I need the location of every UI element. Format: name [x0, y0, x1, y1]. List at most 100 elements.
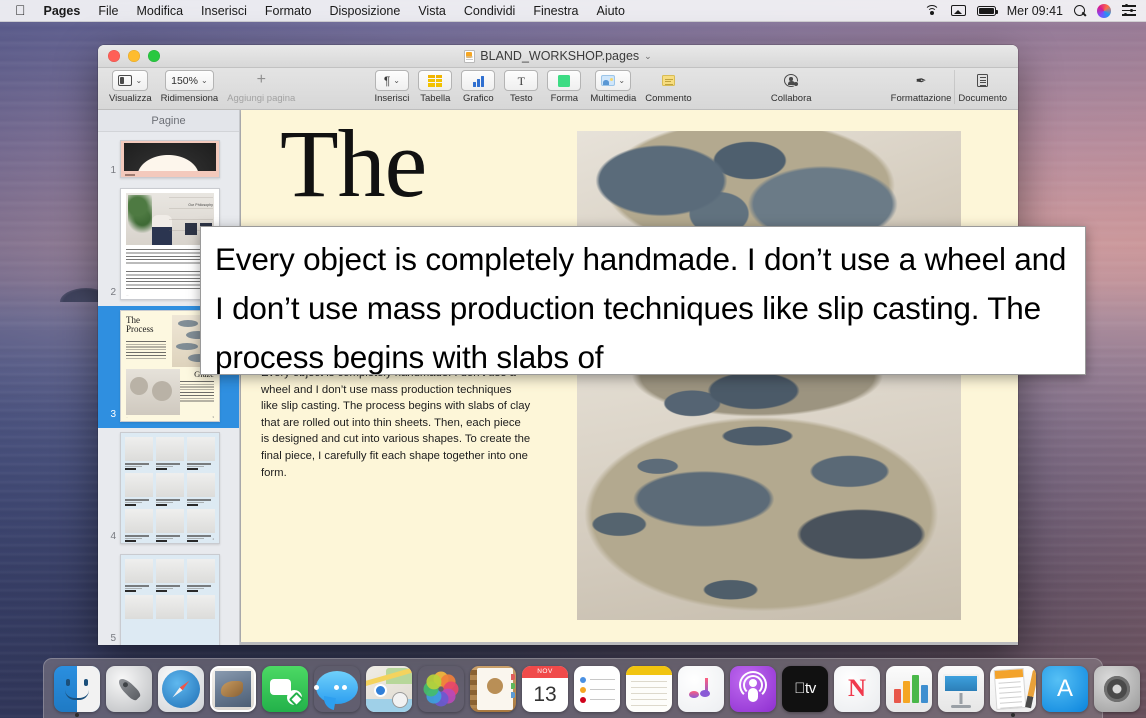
collaborate-icon	[784, 74, 798, 87]
menu-item-formato[interactable]: Formato	[256, 4, 321, 18]
document-title[interactable]: BLAND_WORKSHOP.pages ⌄	[98, 49, 1018, 63]
podcasts-icon	[730, 666, 776, 712]
grid-item	[156, 509, 184, 542]
page-headline[interactable]: The	[280, 116, 426, 212]
dock-item-pages[interactable]	[990, 666, 1036, 712]
view-panel-icon	[118, 75, 132, 86]
toolbar-table-button[interactable]: Tabella	[415, 70, 455, 104]
zoom-level-value: 150%	[171, 75, 198, 87]
menu-item-file[interactable]: File	[89, 4, 127, 18]
control-center-icon[interactable]	[1122, 5, 1136, 16]
spotlight-search-icon[interactable]	[1074, 5, 1086, 17]
document-icon	[977, 74, 988, 87]
dock-item-messages[interactable]	[314, 666, 360, 712]
toolbar-shape-button[interactable]: Forma	[544, 70, 584, 104]
battery-icon[interactable]	[977, 6, 996, 16]
calendar-month-label: NOV	[522, 666, 568, 678]
dock-item-mail[interactable]	[210, 666, 256, 712]
messages-icon	[314, 666, 360, 712]
grid-item	[125, 595, 153, 619]
dock-item-podcasts[interactable]	[730, 666, 776, 712]
menu-bar-clock[interactable]: Mer 09:41	[1007, 4, 1063, 18]
document-page[interactable]: The Every object is completely handmade.…	[241, 110, 1018, 642]
menu-item-vista[interactable]: Vista	[409, 4, 455, 18]
thumbnail-folio: ..	[126, 537, 128, 541]
dock-item-music[interactable]	[678, 666, 724, 712]
toolbar-view-button[interactable]: ⌄ Visualizza	[106, 70, 155, 104]
dock-item-launchpad[interactable]	[106, 666, 152, 712]
dock-item-finder[interactable]	[54, 666, 100, 712]
dock-item-appletv[interactable]: tv	[782, 666, 828, 712]
dock-item-keynote[interactable]	[938, 666, 984, 712]
notes-icon	[626, 666, 672, 712]
thumbnail-heading: Our Philosophy	[188, 203, 213, 207]
dock-item-maps[interactable]	[366, 666, 412, 712]
zoom-text-overlay: Every object is completely handmade. I d…	[200, 226, 1086, 375]
title-chevron-down-icon[interactable]: ⌄	[644, 51, 652, 62]
dock-item-news[interactable]: N	[834, 666, 880, 712]
thumbnail-product-grid	[125, 559, 215, 619]
dock-item-photos[interactable]	[418, 666, 464, 712]
toolbar-chart-button[interactable]: Grafico	[458, 70, 498, 104]
menu-item-disposizione[interactable]: Disposizione	[320, 4, 409, 18]
page-body-text[interactable]: Every object is completely handmade. I d…	[261, 365, 531, 481]
menu-item-finestra[interactable]: Finestra	[524, 4, 587, 18]
siri-icon[interactable]	[1097, 4, 1111, 18]
toolbar-document-button[interactable]: Documento	[954, 70, 1010, 104]
toolbar-add-page-button[interactable]: + Aggiungi pagina	[224, 70, 298, 104]
lower-photo-image[interactable]	[577, 368, 961, 620]
toolbar-add-page-label: Aggiungi pagina	[227, 93, 295, 104]
dock-item-appstore[interactable]: A	[1042, 666, 1088, 712]
thumbnail-caption-bar	[125, 174, 135, 176]
dock-item-contacts[interactable]	[470, 666, 516, 712]
apple-menu-icon[interactable]: 	[8, 3, 35, 17]
grid-item	[156, 437, 184, 470]
canvas-background	[240, 642, 1018, 645]
toolbar-comment-button[interactable]: Commento	[642, 70, 694, 104]
toolbar-media-button[interactable]: ⌄ Multimedia	[587, 70, 639, 104]
dock-item-system-preferences[interactable]	[1094, 666, 1140, 712]
dock-item-facetime[interactable]	[262, 666, 308, 712]
grid-item	[125, 509, 153, 542]
menu-item-modifica[interactable]: Modifica	[128, 4, 193, 18]
mail-icon	[210, 666, 256, 712]
toolbar-media-label: Multimedia	[590, 93, 636, 104]
toolbar-zoom-control[interactable]: 150% ⌄ Ridimensiona	[158, 70, 222, 104]
thumbnail-text-block	[126, 341, 166, 359]
dock-item-calendar[interactable]: NOV 13	[522, 666, 568, 712]
page-thumbnail-1[interactable]: 1	[98, 136, 239, 184]
menu-item-inserisci[interactable]: Inserisci	[192, 4, 256, 18]
menu-item-condividi[interactable]: Condividi	[455, 4, 524, 18]
dock-item-safari[interactable]	[158, 666, 204, 712]
chart-icon	[473, 75, 484, 87]
grid-item	[187, 509, 215, 542]
page-thumbnail-preview: .. 4	[120, 432, 220, 544]
toolbar-text-button[interactable]: T Testo	[501, 70, 541, 104]
menu-item-pages[interactable]: Pages	[35, 4, 90, 18]
numbers-icon	[886, 666, 932, 712]
dock-item-notes[interactable]	[626, 666, 672, 712]
dock-item-reminders[interactable]	[574, 666, 620, 712]
toolbar-collaborate-label: Collabora	[771, 93, 812, 104]
thumbnail-product-grid	[125, 437, 215, 542]
page-thumbnail-5[interactable]: 5	[98, 550, 239, 645]
toolbar-format-button[interactable]: ✒ Formattazione	[888, 70, 955, 104]
thumbnail-folio: ..	[126, 415, 128, 419]
photos-icon	[418, 666, 464, 712]
toolbar-left-group: ⌄ Visualizza 150% ⌄ Ridimensiona + Aggiu…	[106, 70, 298, 104]
finder-icon	[54, 666, 100, 712]
menu-item-aiuto[interactable]: Aiuto	[587, 4, 634, 18]
document-canvas[interactable]: The Every object is completely handmade.…	[240, 110, 1018, 645]
toolbar-collaborate-button[interactable]: Collabora	[768, 70, 815, 104]
window-title-bar[interactable]: BLAND_WORKSHOP.pages ⌄	[98, 45, 1018, 68]
wifi-icon[interactable]	[925, 5, 940, 16]
media-icon	[601, 75, 615, 86]
airplay-icon[interactable]	[951, 5, 966, 16]
page-thumbnail-list[interactable]: 1 2 Our Philosophy	[98, 132, 239, 645]
page-thumbnail-4[interactable]: 4 ..	[98, 428, 239, 550]
toolbar-format-label: Formattazione	[891, 93, 952, 104]
page-number-label: 5	[104, 633, 116, 645]
menu-bar:  Pages File Modifica Inserisci Formato …	[0, 0, 1146, 22]
toolbar-insert-button[interactable]: ¶ ⌄ Inserisci	[371, 70, 412, 104]
dock-item-numbers[interactable]	[886, 666, 932, 712]
